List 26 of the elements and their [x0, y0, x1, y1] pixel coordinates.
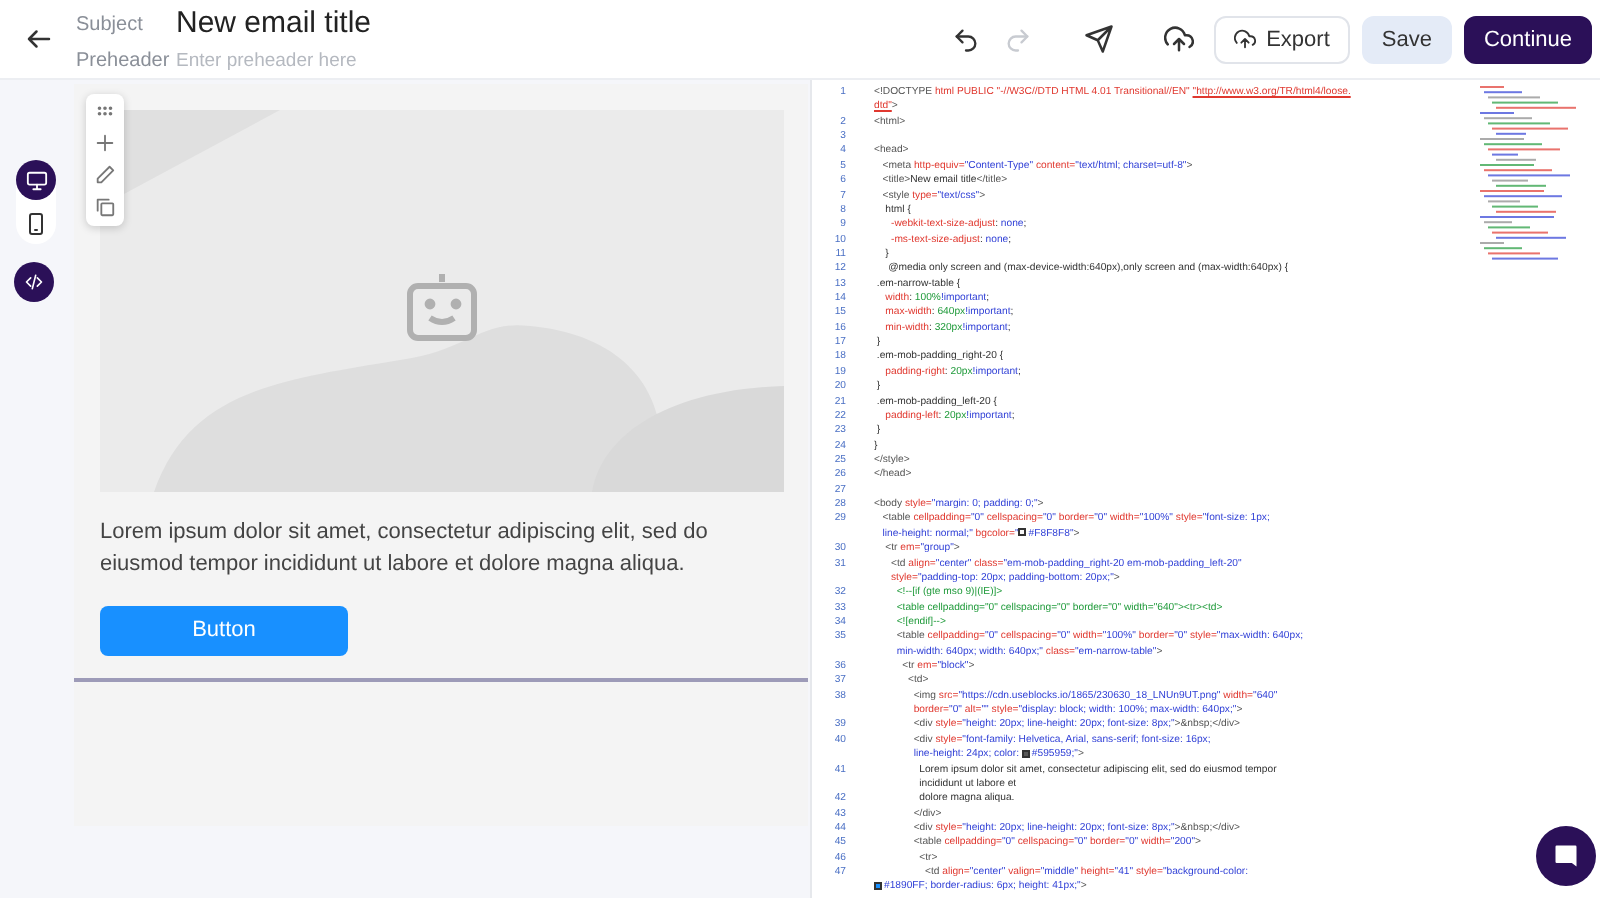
send-icon — [1083, 24, 1114, 54]
drag-handle-icon[interactable] — [93, 100, 115, 122]
save-button[interactable]: Save — [1361, 15, 1452, 63]
cloud-upload-icon — [1163, 24, 1194, 54]
add-icon[interactable] — [93, 132, 115, 154]
undo-icon — [952, 25, 981, 53]
paragraph: Lorem ipsum dolor sit amet, consectetur adipiscing elit, sed do eiusmod tempor incididunt ut labore et dolore magna aliqua. — [100, 518, 710, 580]
back-arrow-icon — [23, 24, 53, 54]
export-button[interactable]: Export — [1214, 15, 1350, 63]
continue-button[interactable]: Continue — [1463, 15, 1592, 63]
subject-label: Subject — [76, 11, 145, 39]
redo-icon — [1004, 25, 1033, 53]
desktop-view-button[interactable] — [16, 160, 56, 200]
code-icon — [24, 272, 44, 292]
subject-field[interactable]: New email title — [176, 1, 696, 47]
preheader-field[interactable]: Enter preheader here — [176, 47, 576, 76]
desktop-icon — [25, 169, 47, 191]
upload-icon — [1234, 28, 1257, 50]
mobile-icon — [24, 212, 48, 236]
copy-icon[interactable] — [93, 196, 115, 218]
chat-button[interactable] — [1536, 826, 1596, 886]
preheader-label: Preheader — [76, 48, 168, 77]
robot-icon — [407, 274, 477, 341]
code-view-button[interactable] — [14, 262, 54, 302]
chat-icon — [1552, 842, 1580, 870]
pencil-icon[interactable] — [93, 164, 115, 186]
